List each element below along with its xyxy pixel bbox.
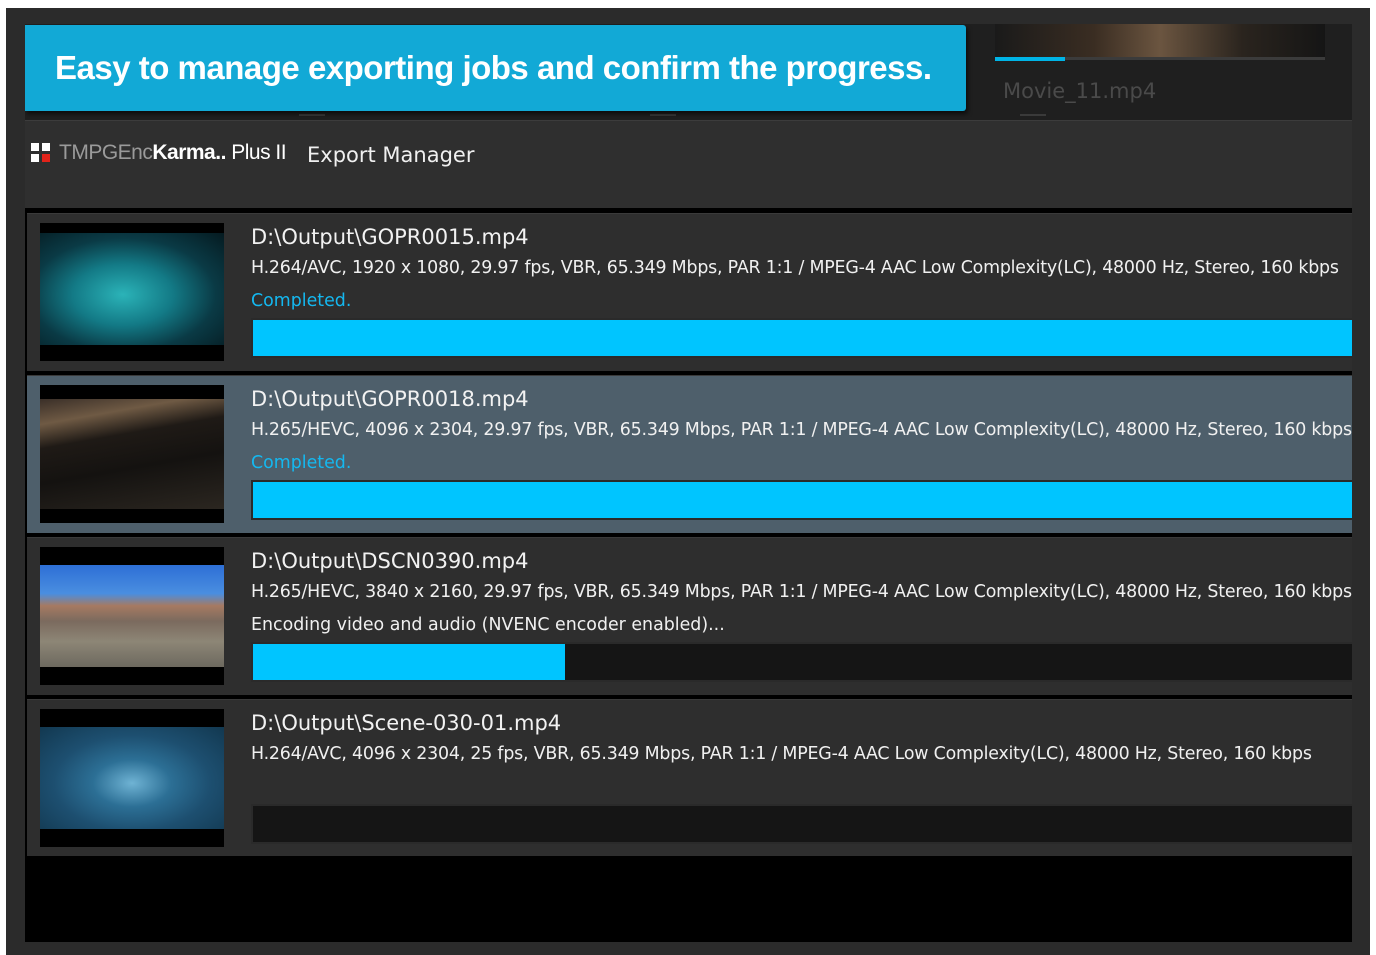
job-info: D:\Output\DSCN0390.mp4 H.265/HEVC, 3840 …	[251, 546, 1352, 642]
job-row[interactable]: D:\Output\GOPR0015.mp4 H.264/AVC, 1920 x…	[27, 213, 1352, 371]
job-status: Completed.	[251, 291, 352, 311]
job-progress-fill	[253, 320, 1352, 356]
background-progress	[995, 57, 1065, 61]
background-tick	[650, 114, 676, 116]
job-status	[251, 770, 1352, 804]
job-progress-fill	[253, 644, 566, 680]
job-path: D:\Output\GOPR0018.mp4	[251, 387, 529, 411]
job-info: D:\Output\Scene-030-01.mp4 H.264/AVC, 40…	[251, 708, 1352, 804]
background-filename: Movie_11.mp4	[1003, 79, 1157, 103]
job-thumbnail	[40, 709, 224, 847]
thumbnail-image	[40, 565, 224, 667]
job-thumbnail	[40, 223, 224, 361]
background-tick	[299, 114, 325, 116]
job-thumbnail	[40, 385, 224, 523]
job-path: D:\Output\Scene-030-01.mp4	[251, 711, 562, 735]
background-tick	[1020, 114, 1046, 116]
job-path: D:\Output\DSCN0390.mp4	[251, 549, 529, 573]
app-window: Movie_11.mp4 Easy to manage exporting jo…	[25, 24, 1352, 942]
job-progress-bar	[251, 804, 1352, 844]
background-thumbnail	[995, 24, 1325, 60]
promo-banner: Easy to manage exporting jobs and confir…	[25, 25, 966, 111]
job-progress-bar	[251, 480, 1352, 520]
job-info: D:\Output\GOPR0018.mp4 H.265/HEVC, 4096 …	[251, 384, 1352, 480]
job-row[interactable]: D:\Output\Scene-030-01.mp4 H.264/AVC, 40…	[27, 699, 1352, 857]
thumbnail-image	[40, 233, 224, 345]
thumbnail-image	[40, 399, 224, 509]
job-path: D:\Output\GOPR0015.mp4	[251, 225, 529, 249]
logo-product: Karma..	[152, 141, 226, 164]
app-frame: Movie_11.mp4 Easy to manage exporting jo…	[6, 8, 1370, 955]
job-status: Encoding video and audio (NVENC encoder …	[251, 615, 725, 635]
app-logo: TMPGEncKarma.. Plus II	[59, 141, 287, 165]
job-progress-bar	[251, 642, 1352, 682]
window-title: Export Manager	[307, 143, 475, 167]
logo-brand: TMPGEnc	[59, 141, 153, 164]
job-spec: H.264/AVC, 4096 x 2304, 25 fps, VBR, 65.…	[251, 744, 1312, 764]
thumbnail-image	[40, 727, 224, 829]
job-spec: H.264/AVC, 1920 x 1080, 29.97 fps, VBR, …	[251, 258, 1339, 278]
job-progress-fill	[253, 482, 1352, 518]
title-bar: TMPGEncKarma.. Plus II Export Manager	[25, 120, 1352, 208]
job-thumbnail	[40, 547, 224, 685]
job-status: Completed.	[251, 453, 352, 473]
job-spec: H.265/HEVC, 4096 x 2304, 29.97 fps, VBR,…	[251, 420, 1352, 440]
job-progress-bar	[251, 318, 1352, 358]
logo-edition: Plus II	[231, 141, 287, 164]
job-spec: H.265/HEVC, 3840 x 2160, 29.97 fps, VBR,…	[251, 582, 1352, 602]
empty-list-area	[25, 856, 1352, 942]
tmpgenc-logo-icon	[31, 143, 51, 163]
job-row[interactable]: D:\Output\GOPR0018.mp4 H.265/HEVC, 4096 …	[27, 375, 1352, 533]
banner-text: Easy to manage exporting jobs and confir…	[55, 49, 932, 86]
job-info: D:\Output\GOPR0015.mp4 H.264/AVC, 1920 x…	[251, 222, 1352, 318]
job-row[interactable]: D:\Output\DSCN0390.mp4 H.265/HEVC, 3840 …	[27, 537, 1352, 695]
